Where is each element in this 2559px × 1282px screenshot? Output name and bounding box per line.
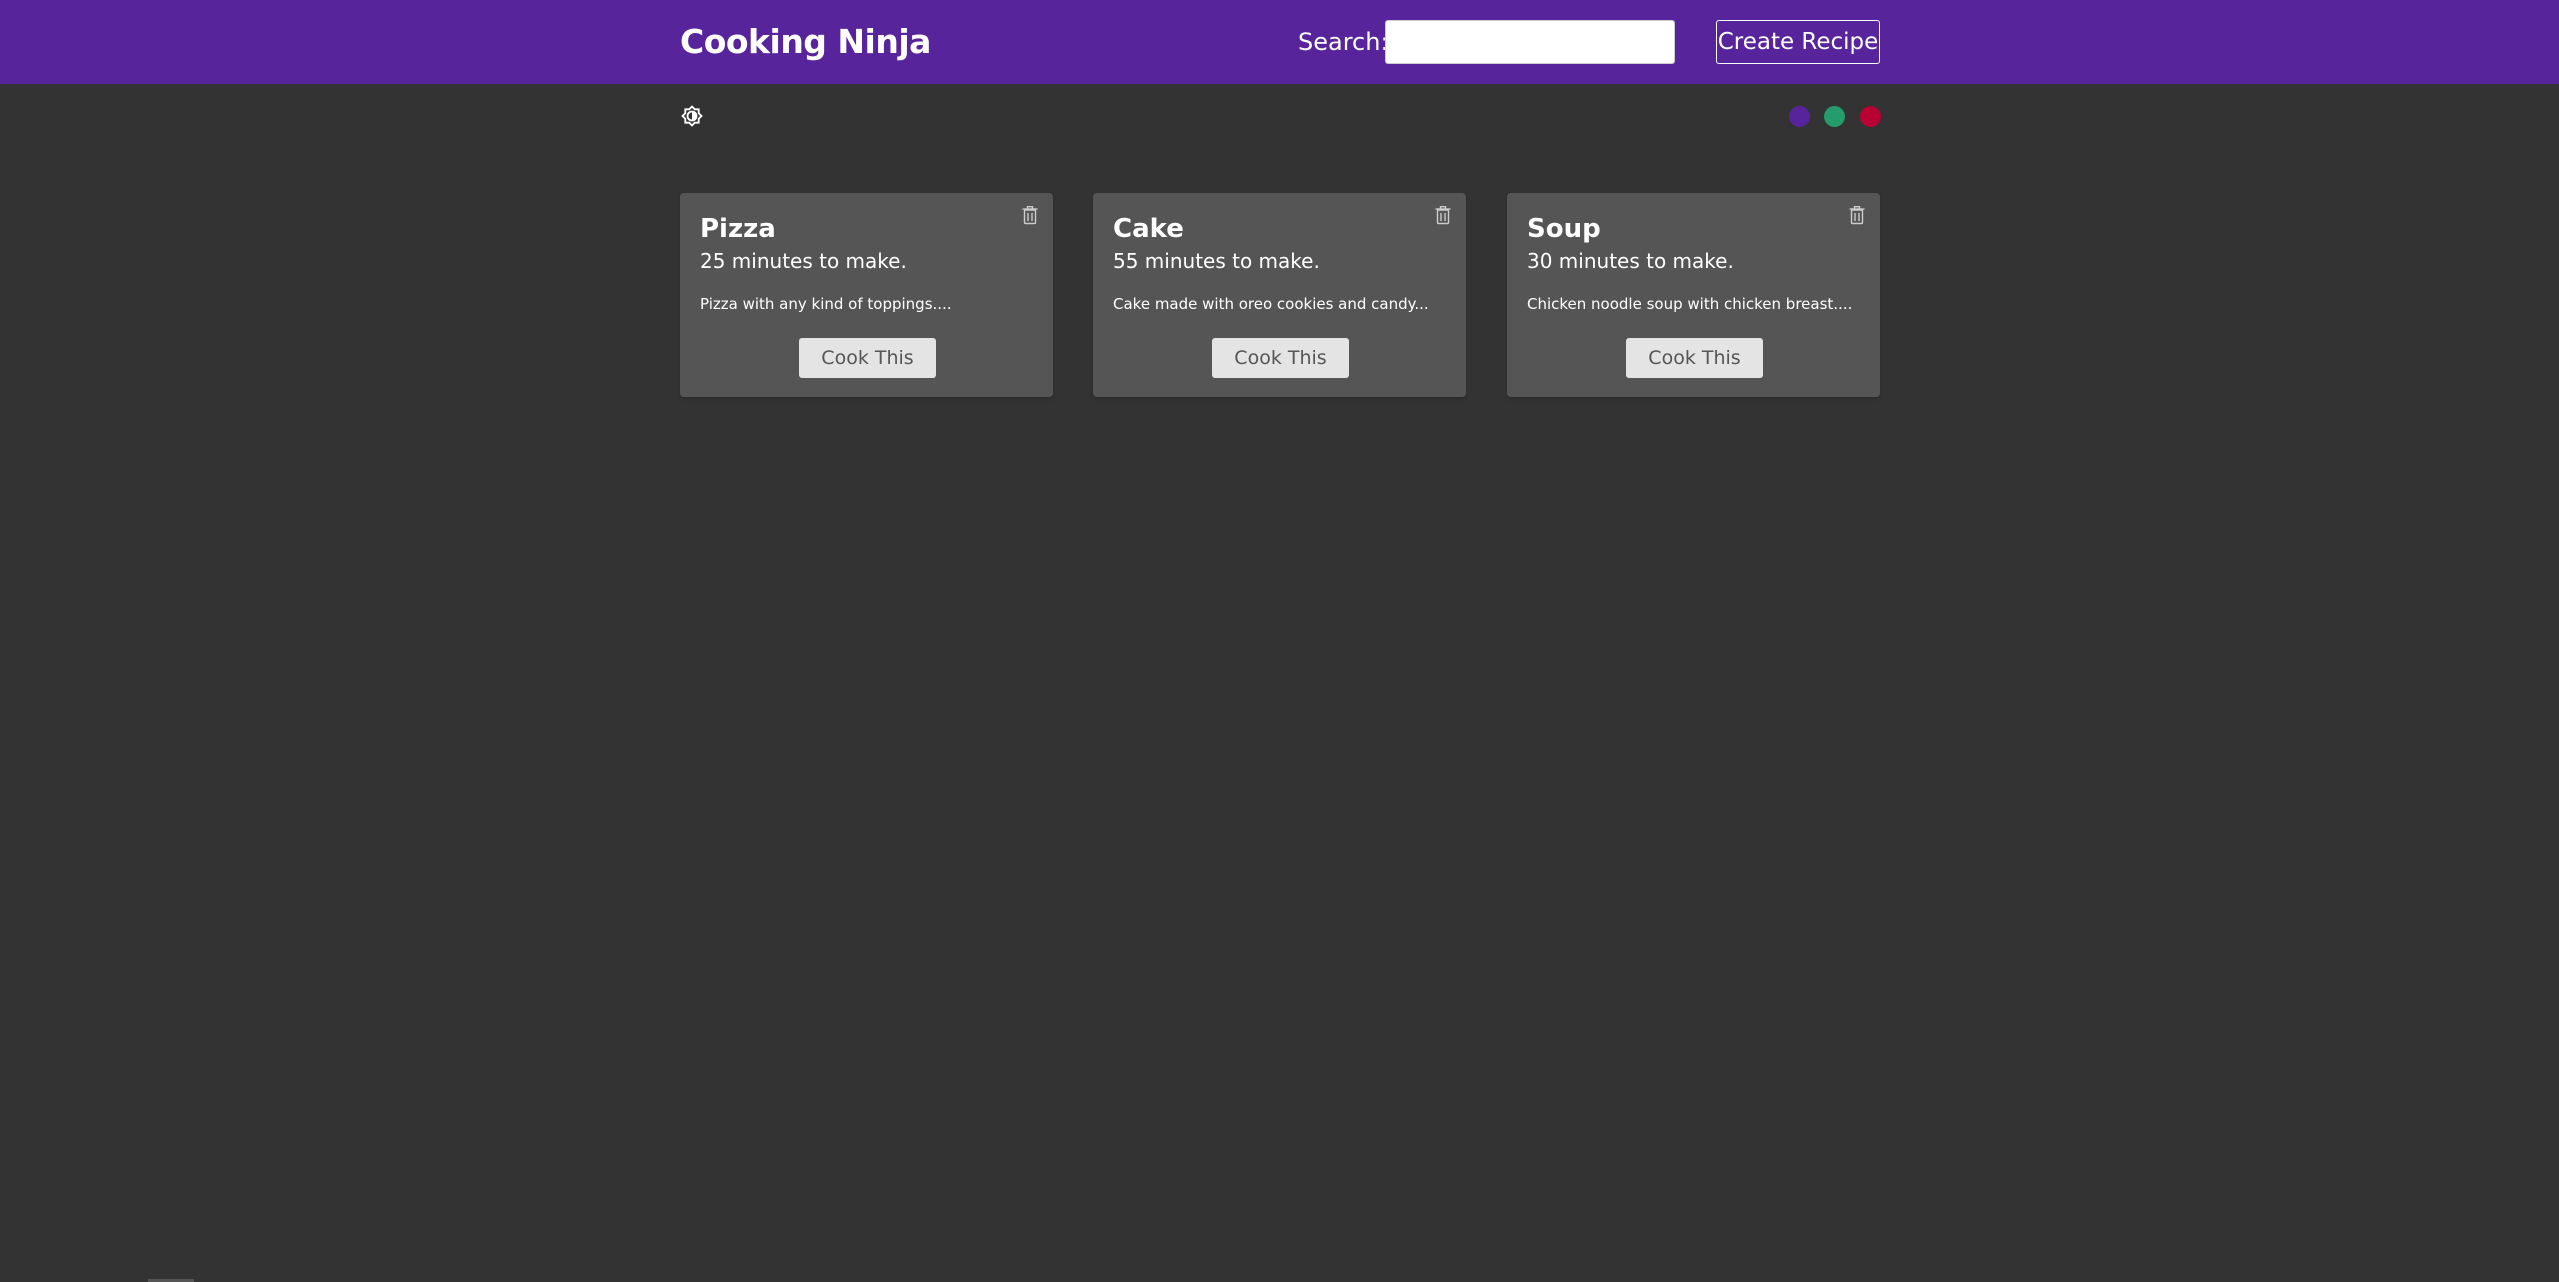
recipe-description: Pizza with any kind of toppings.... (700, 295, 952, 313)
recipe-title: Pizza (700, 214, 776, 244)
brightness-toggle-icon[interactable] (680, 104, 704, 128)
theme-red-swatch[interactable] (1860, 106, 1881, 127)
recipe-card-pizza: Pizza 25 minutes to make. Pizza with any… (680, 193, 1053, 397)
trash-icon[interactable] (1434, 205, 1452, 225)
recipe-time: 25 minutes to make. (700, 249, 907, 273)
recipe-card-cake: Cake 55 minutes to make. Cake made with … (1093, 193, 1466, 397)
recipe-time: 55 minutes to make. (1113, 249, 1320, 273)
cook-this-button[interactable]: Cook This (799, 338, 936, 378)
cook-this-button[interactable]: Cook This (1212, 338, 1349, 378)
brand-title[interactable]: Cooking Ninja (680, 20, 931, 64)
cook-this-button[interactable]: Cook This (1626, 338, 1763, 378)
recipe-time: 30 minutes to make. (1527, 249, 1734, 273)
theme-green-swatch[interactable] (1824, 106, 1845, 127)
trash-icon[interactable] (1848, 205, 1866, 225)
recipe-title: Cake (1113, 214, 1184, 244)
recipe-description: Chicken noodle soup with chicken breast.… (1527, 295, 1853, 313)
recipe-description: Cake made with oreo cookies and candy... (1113, 295, 1429, 313)
recipe-title: Soup (1527, 214, 1601, 244)
search-input[interactable] (1385, 20, 1675, 64)
create-recipe-button[interactable]: Create Recipe (1716, 20, 1880, 64)
recipe-card-soup: Soup 30 minutes to make. Chicken noodle … (1507, 193, 1880, 397)
trash-icon[interactable] (1021, 205, 1039, 225)
navbar: Cooking Ninja Search: Create Recipe (0, 0, 2559, 84)
search-label: Search: (1298, 28, 1389, 56)
theme-purple-swatch[interactable] (1789, 106, 1810, 127)
